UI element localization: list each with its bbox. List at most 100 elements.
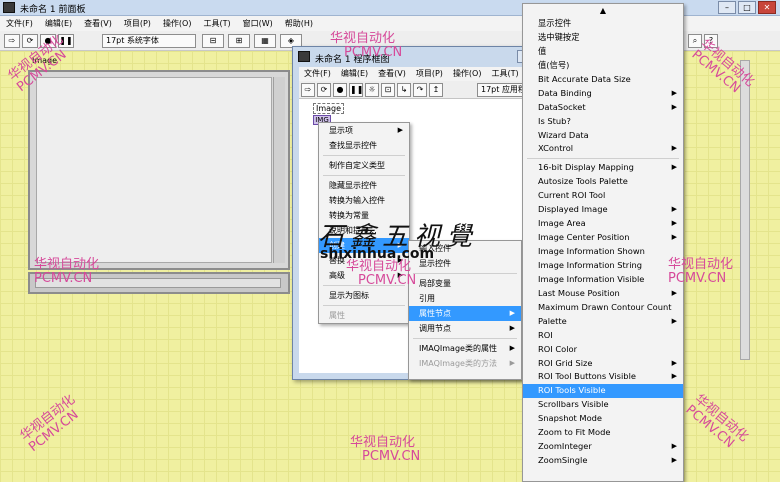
watermark-cn: 华视自动化 bbox=[34, 257, 100, 272]
minimize-icon[interactable]: – bbox=[718, 1, 736, 14]
resize-icon[interactable]: ▦ bbox=[254, 34, 276, 48]
menu-item[interactable]: Image Information String bbox=[523, 259, 683, 273]
menu-item[interactable]: Palette ▶ bbox=[523, 315, 683, 329]
submenu-arrow-icon: ▶ bbox=[509, 324, 515, 332]
menu-item[interactable]: Autosize Tools Palette bbox=[523, 175, 683, 189]
distribute-icon[interactable]: ⊞ bbox=[228, 34, 250, 48]
abort-icon[interactable]: ● bbox=[333, 83, 347, 97]
step-out-icon[interactable]: ↥ bbox=[429, 83, 443, 97]
menu-item[interactable]: DataSocket ▶ bbox=[523, 101, 683, 115]
image-vertical-scrollbar[interactable] bbox=[273, 77, 285, 263]
submenu-arrow-icon: ▶ bbox=[671, 233, 677, 242]
pause-icon[interactable]: ❚❚ bbox=[349, 83, 363, 97]
highlight-execution-icon[interactable]: ☼ bbox=[365, 83, 379, 97]
menu-item[interactable]: 隐藏显示控件 bbox=[319, 178, 409, 193]
run-continuous-icon[interactable]: ⟳ bbox=[317, 83, 331, 97]
menu-item[interactable]: 显示为图标 bbox=[319, 288, 409, 303]
menu-item[interactable]: 16-bit Display Mapping ▶ bbox=[523, 161, 683, 175]
image-display-area[interactable] bbox=[36, 77, 272, 263]
run-continuous-icon[interactable]: ⟳ bbox=[22, 34, 38, 48]
close-icon[interactable]: ✕ bbox=[758, 1, 776, 14]
menu-tools[interactable]: 工具(T) bbox=[197, 16, 236, 31]
menu-item[interactable]: 属性节点 ▶ bbox=[409, 306, 521, 321]
menu-item[interactable]: Is Stub? bbox=[523, 115, 683, 129]
menu-project[interactable]: 项目(P) bbox=[411, 67, 448, 81]
menu-item[interactable]: ROI Tool Buttons Visible ▶ bbox=[523, 370, 683, 384]
menu-item[interactable]: 显示项 ▶ bbox=[319, 123, 409, 138]
menu-item[interactable]: Snapshot Mode bbox=[523, 412, 683, 426]
menu-edit[interactable]: 编辑(E) bbox=[336, 67, 373, 81]
menu-item[interactable]: Wizard Data bbox=[523, 129, 683, 143]
menu-operate[interactable]: 操作(O) bbox=[448, 67, 487, 81]
menu-item[interactable]: ZoomInteger ▶ bbox=[523, 440, 683, 454]
align-icon[interactable]: ⊟ bbox=[202, 34, 224, 48]
menu-project[interactable]: 项目(P) bbox=[118, 16, 157, 31]
menu-item[interactable]: Bit Accurate Data Size bbox=[523, 73, 683, 87]
menu-help[interactable]: 帮助(H) bbox=[279, 16, 319, 31]
image-terminal-label: Image bbox=[313, 103, 345, 114]
menu-item[interactable]: 值(信号) bbox=[523, 59, 683, 73]
menu-item[interactable]: ZoomSingle ▶ bbox=[523, 454, 683, 468]
menu-view[interactable]: 查看(V) bbox=[78, 16, 118, 31]
menu-item[interactable]: 引用 bbox=[409, 291, 521, 306]
menu-item: 属性 bbox=[319, 308, 409, 323]
menu-window[interactable]: 窗口(W) bbox=[237, 16, 279, 31]
menu-item-label: Data Binding bbox=[538, 87, 592, 98]
property-list-scrollbar[interactable] bbox=[740, 60, 750, 360]
menu-item-label: Is Stub? bbox=[538, 115, 571, 126]
menu-item[interactable]: ROI Color bbox=[523, 343, 683, 357]
font-select[interactable]: 17pt 系统字体 bbox=[102, 34, 196, 48]
menu-item[interactable]: ROI Grid Size ▶ bbox=[523, 357, 683, 371]
menu-item[interactable]: XControl ▶ bbox=[523, 142, 683, 156]
menu-item[interactable]: Last Mouse Position ▶ bbox=[523, 287, 683, 301]
menu-item[interactable]: 查找显示控件 bbox=[319, 138, 409, 153]
menu-item[interactable]: 转换为输入控件 bbox=[319, 193, 409, 208]
menu-operate[interactable]: 操作(O) bbox=[157, 16, 198, 31]
menu-item[interactable]: Scrollbars Visible bbox=[523, 398, 683, 412]
menu-item[interactable]: Image Area ▶ bbox=[523, 217, 683, 231]
menu-item[interactable]: 制作自定义类型 bbox=[319, 158, 409, 173]
menu-item[interactable]: 显示控件 bbox=[523, 17, 683, 31]
menu-file[interactable]: 文件(F) bbox=[0, 16, 39, 31]
retain-wire-values-icon[interactable]: ⊡ bbox=[381, 83, 395, 97]
menu-item[interactable]: 调用节点 ▶ bbox=[409, 321, 521, 336]
menu-item[interactable]: ROI bbox=[523, 329, 683, 343]
menu-item-label: 显示项 bbox=[329, 126, 353, 135]
maximize-icon[interactable]: □ bbox=[738, 1, 756, 14]
menu-item[interactable]: Maximum Drawn Contour Count bbox=[523, 301, 683, 315]
menu-item[interactable]: IMAQImage类的属性 ▶ bbox=[409, 341, 521, 356]
menu-item[interactable]: Image Information Visible bbox=[523, 273, 683, 287]
menu-item[interactable]: Image Center Position ▶ bbox=[523, 231, 683, 245]
watermark: 华视自动化 PCMV.CN bbox=[330, 32, 402, 60]
menu-view[interactable]: 查看(V) bbox=[373, 67, 411, 81]
menu-item[interactable]: Current ROI Tool bbox=[523, 189, 683, 203]
block-diagram-toolbar: ⇨ ⟳ ● ❚❚ ☼ ⊡ ↳ ↷ ↥ 17pt 应用程 bbox=[299, 81, 553, 99]
run-arrow-icon[interactable]: ⇨ bbox=[301, 83, 315, 97]
image-display[interactable] bbox=[28, 70, 290, 270]
menu-edit[interactable]: 编辑(E) bbox=[39, 16, 78, 31]
menu-item[interactable]: ROI Tools Visible bbox=[523, 384, 683, 399]
menu-item-label: Snapshot Mode bbox=[538, 413, 603, 424]
menu-item[interactable]: 局部变量 bbox=[409, 276, 521, 291]
submenu-arrow-icon: ▶ bbox=[671, 456, 677, 465]
front-panel-title: 未命名 1 前面板 bbox=[20, 5, 86, 15]
watermark-cn: 华视自动化 bbox=[350, 435, 416, 450]
menu-file[interactable]: 文件(F) bbox=[299, 67, 336, 81]
menu-item[interactable]: 值 bbox=[523, 45, 683, 59]
menu-item[interactable]: Image Information Shown bbox=[523, 245, 683, 259]
watermark-en: PCMV.CN bbox=[362, 449, 421, 464]
step-over-icon[interactable]: ↷ bbox=[413, 83, 427, 97]
menu-item[interactable]: Data Binding ▶ bbox=[523, 87, 683, 101]
menu-item[interactable]: 选中键按定 bbox=[523, 31, 683, 45]
watermark: 华视自动化 PCMV.CN bbox=[350, 436, 420, 464]
submenu-arrow-icon: ▶ bbox=[671, 316, 677, 325]
menu-tools[interactable]: 工具(T) bbox=[486, 67, 523, 81]
menu-item[interactable]: Displayed Image ▶ bbox=[523, 203, 683, 217]
step-into-icon[interactable]: ↳ bbox=[397, 83, 411, 97]
scroll-up-icon[interactable]: ▲ bbox=[523, 4, 683, 17]
labview-app-icon bbox=[3, 2, 15, 13]
watermark: 华视自动化 PCMV.CN bbox=[34, 258, 99, 286]
menu-item-label: 值 bbox=[538, 45, 547, 56]
run-arrow-icon[interactable]: ⇨ bbox=[4, 34, 20, 48]
menu-item[interactable]: Zoom to Fit Mode bbox=[523, 426, 683, 440]
